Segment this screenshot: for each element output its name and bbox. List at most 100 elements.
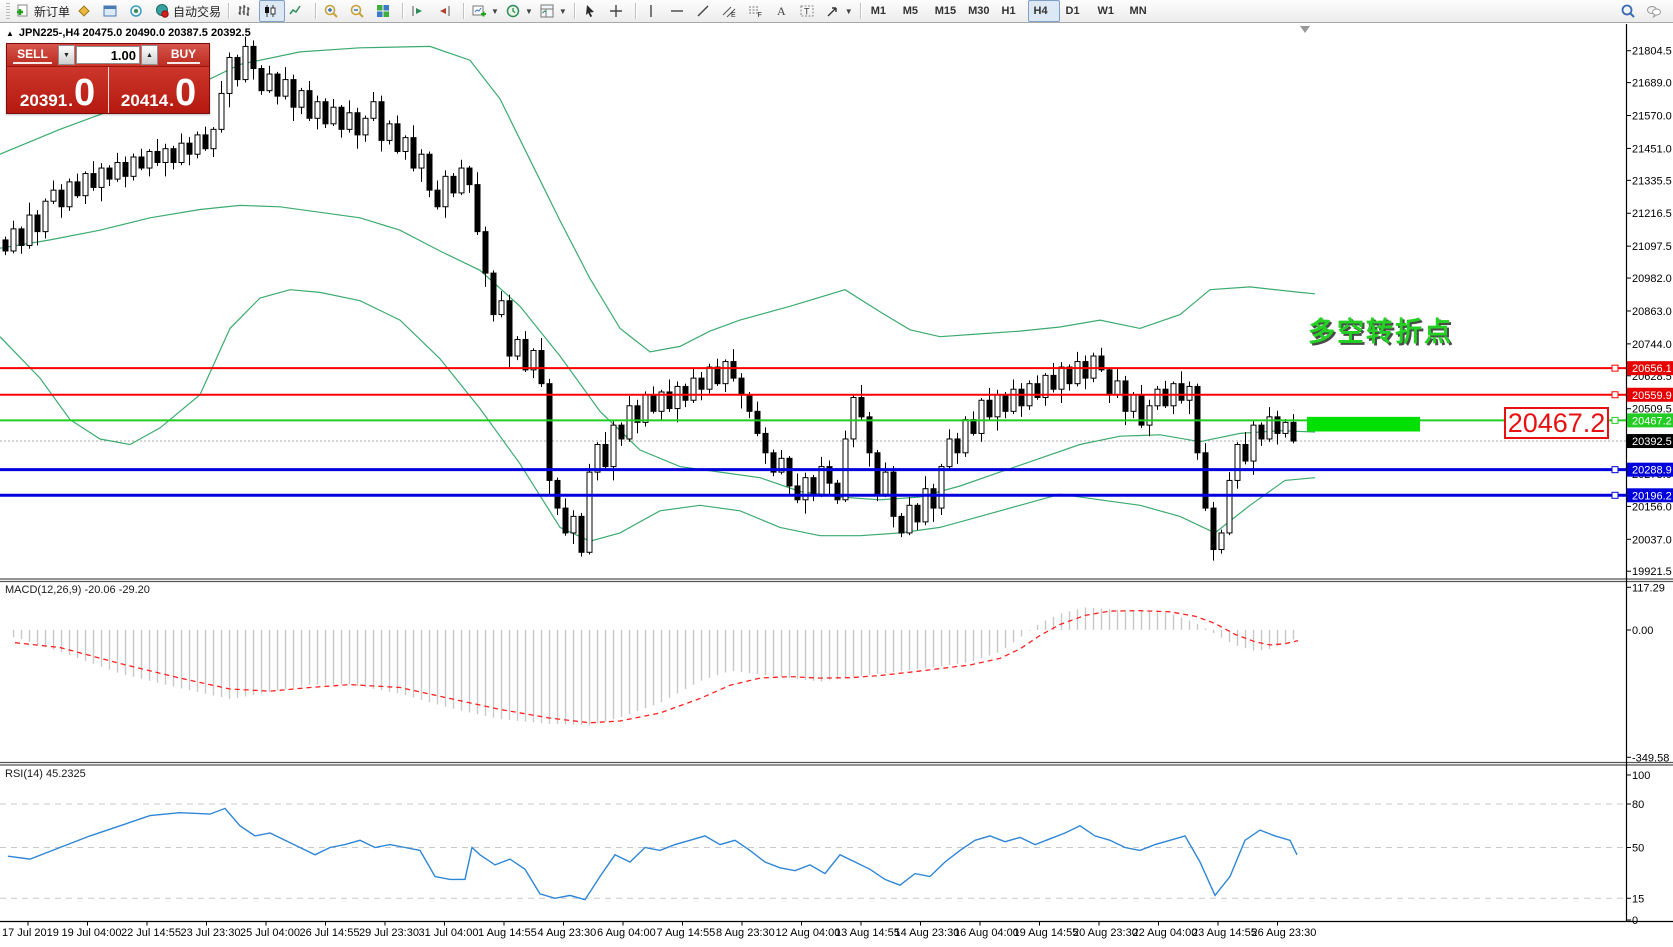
zoom-in-icon (323, 3, 339, 19)
chart-shift-button[interactable] (433, 0, 459, 22)
volume-increase-button[interactable]: ▲ (141, 45, 158, 65)
time-label: 12 Aug 04:00 (776, 927, 841, 939)
signals-icon[interactable] (125, 0, 151, 22)
svg-text:20744.0: 20744.0 (1632, 339, 1672, 351)
hline-handle[interactable] (1612, 365, 1618, 371)
svg-text:0: 0 (1632, 915, 1638, 927)
dropdown-arrow-icon: ▼ (491, 7, 499, 16)
chat-button[interactable] (1643, 0, 1669, 22)
sell-price[interactable]: 20391 . 0 (7, 67, 108, 113)
toolbar-separator (402, 3, 403, 19)
toolbar-separator (6, 3, 10, 19)
mt4-window: { "toolbar": { "groups": [ {"items":[ {"… (0, 0, 1673, 947)
hline-handle[interactable] (1612, 392, 1618, 398)
toolbar-separator (574, 3, 575, 19)
time-label: 29 Jul 23:30 (359, 927, 419, 939)
vertical-line-button[interactable] (640, 0, 666, 22)
text-label-icon: T (799, 3, 815, 19)
hline-handle[interactable] (1612, 492, 1618, 498)
symbol-ohlc-text: JPN225-,H4 20475.0 20490.0 20387.5 20392… (19, 27, 251, 39)
svg-text:21689.0: 21689.0 (1632, 78, 1672, 90)
candle-chart-button[interactable] (259, 0, 285, 22)
new-chart-icon (471, 3, 487, 19)
rsi-indicator-label: RSI(14) 45.2325 (5, 768, 86, 780)
hline-icon (669, 3, 685, 19)
buy-price-main: 20414 (121, 92, 168, 109)
svg-text:T: T (804, 7, 810, 17)
svg-text:0.00: 0.00 (1632, 625, 1653, 637)
time-label: 22 Aug 04:00 (1133, 927, 1198, 939)
buy-button[interactable]: BUY (158, 44, 209, 66)
shapes-icon (825, 3, 841, 19)
line-chart-button[interactable] (285, 0, 311, 22)
horizontal-line-button[interactable] (666, 0, 692, 22)
search-button[interactable] (1617, 0, 1643, 22)
periodicity-button[interactable]: ▼ (502, 0, 536, 22)
channel-icon: E (721, 3, 737, 19)
timeframe-mn-button[interactable]: MN (1124, 0, 1156, 22)
new-order-button[interactable]: 新订单 (12, 0, 73, 22)
time-label: 6 Aug 04:00 (597, 927, 656, 939)
svg-text:20288.9: 20288.9 (1632, 465, 1672, 477)
chart-shift-icon (436, 3, 452, 19)
toolbar: 新订单自动交易▼▼▼EFAT▼M1M5M15M30H1H4D1W1MN (0, 0, 1673, 23)
timeframe-h4-button[interactable]: H4 (1028, 0, 1060, 22)
cursor-icon (582, 3, 598, 19)
svg-text:-349.58: -349.58 (1632, 752, 1669, 764)
timeframe-m5-button[interactable]: M5 (897, 0, 929, 22)
turning-point-annotation: 多空转折点 (1308, 310, 1453, 349)
toolbar-separator (315, 3, 316, 19)
symbol-collapse-icon[interactable]: ▲ (6, 29, 14, 38)
timeframe-d1-button[interactable]: D1 (1060, 0, 1092, 22)
data-window-icon[interactable] (99, 0, 125, 22)
trendline-icon (695, 3, 711, 19)
tile-windows-button[interactable] (372, 0, 398, 22)
text-label-button[interactable]: T (796, 0, 822, 22)
zoom-in-button[interactable] (320, 0, 346, 22)
sell-button[interactable]: SELL (7, 44, 58, 66)
cursor-button[interactable] (579, 0, 605, 22)
green-zone-rect[interactable] (1307, 417, 1420, 432)
equidistant-channel-button[interactable]: E (718, 0, 744, 22)
trendline-button[interactable] (692, 0, 718, 22)
new-chart-button[interactable]: ▼ (468, 0, 502, 22)
volume-decrease-button[interactable]: ▼ (58, 45, 75, 65)
fibonacci-button[interactable]: F (744, 0, 770, 22)
new-order-icon (15, 3, 31, 19)
svg-text:80: 80 (1632, 799, 1644, 811)
svg-text:20467.2: 20467.2 (1632, 415, 1672, 427)
svg-text:20037.0: 20037.0 (1632, 534, 1672, 546)
zoom-out-icon (349, 3, 365, 19)
time-label: 17 Jul 2019 (2, 927, 59, 939)
autotrading-button[interactable]: 自动交易 (151, 0, 224, 22)
timeframe-w1-button[interactable]: W1 (1092, 0, 1124, 22)
hline-handle[interactable] (1612, 417, 1618, 423)
timeframe-h1-button[interactable]: H1 (996, 0, 1028, 22)
svg-text:E: E (731, 12, 736, 19)
svg-text:21335.5: 21335.5 (1632, 175, 1672, 187)
svg-text:20392.5: 20392.5 (1632, 436, 1672, 448)
buy-price[interactable]: 20414 . 0 (108, 67, 209, 113)
svg-text:100: 100 (1632, 770, 1650, 782)
timeframe-m30-button[interactable]: M30 (962, 0, 995, 22)
hline-handle[interactable] (1612, 467, 1618, 473)
sell-price-dot: . (68, 92, 73, 109)
time-label: 31 Jul 04:00 (419, 927, 479, 939)
svg-text:21451.0: 21451.0 (1632, 143, 1672, 155)
timeframe-m1-button[interactable]: M1 (865, 0, 897, 22)
bar-chart-button[interactable] (233, 0, 259, 22)
svg-text:21216.5: 21216.5 (1632, 208, 1672, 220)
arrows-button[interactable]: ▼ (822, 0, 856, 22)
template-button[interactable]: ▼ (536, 0, 570, 22)
macd-layer (14, 607, 1299, 725)
zoom-out-button[interactable] (346, 0, 372, 22)
chart-canvas[interactable]: 21804.521689.021570.021451.021335.521216… (0, 0, 1673, 947)
timeframe-m15-button[interactable]: M15 (929, 0, 962, 22)
time-label: 1 Aug 14:55 (478, 927, 537, 939)
crosshair-button[interactable] (605, 0, 631, 22)
auto-scroll-button[interactable] (407, 0, 433, 22)
market-watch-icon[interactable] (73, 0, 99, 22)
volume-input[interactable] (76, 46, 140, 64)
text-button[interactable]: A (770, 0, 796, 22)
candles-layer (3, 37, 1296, 561)
